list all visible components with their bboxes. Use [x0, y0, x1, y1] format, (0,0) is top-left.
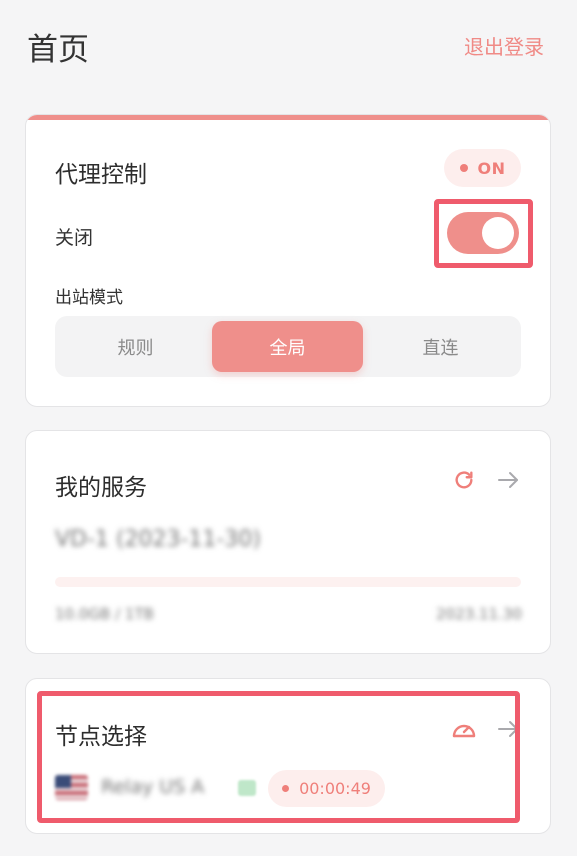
card-accent-bar	[26, 115, 550, 120]
service-title: 我的服务	[55, 475, 147, 501]
status-badge: ON	[444, 149, 521, 187]
header: 首页 退出登录	[0, 0, 577, 90]
toggle-state-label: 关闭	[55, 227, 94, 249]
mode-option-rule[interactable]: 规则	[60, 316, 211, 377]
highlight-box-node	[37, 691, 520, 823]
status-dot-icon	[459, 164, 468, 172]
proxy-control-title: 代理控制	[55, 162, 147, 188]
usage-progress-bar	[55, 577, 521, 587]
outbound-mode-selector: 规则 全局 直连	[55, 316, 521, 377]
expiry-text: 2023.11.30	[436, 605, 522, 623]
usage-text: 10.0GB / 1TB	[55, 605, 154, 623]
highlight-box-toggle	[434, 199, 533, 268]
mode-option-global[interactable]: 全局	[212, 321, 363, 372]
service-card: 我的服务 VD-1 (2023-11-30) 10.0GB / 1TB 2023…	[25, 430, 551, 654]
page-title: 首页	[27, 32, 89, 68]
status-badge-label: ON	[477, 158, 506, 178]
arrow-right-icon[interactable]	[496, 469, 520, 495]
service-plan-name: VD-1 (2023-11-30)	[55, 527, 261, 552]
refresh-icon[interactable]	[453, 469, 475, 495]
proxy-control-card: 代理控制 ON 关闭 出站模式 规则 全局 直连	[25, 114, 551, 407]
logout-link[interactable]: 退出登录	[464, 31, 544, 60]
outbound-mode-label: 出站模式	[55, 288, 123, 308]
mode-option-direct[interactable]: 直连	[365, 316, 516, 377]
